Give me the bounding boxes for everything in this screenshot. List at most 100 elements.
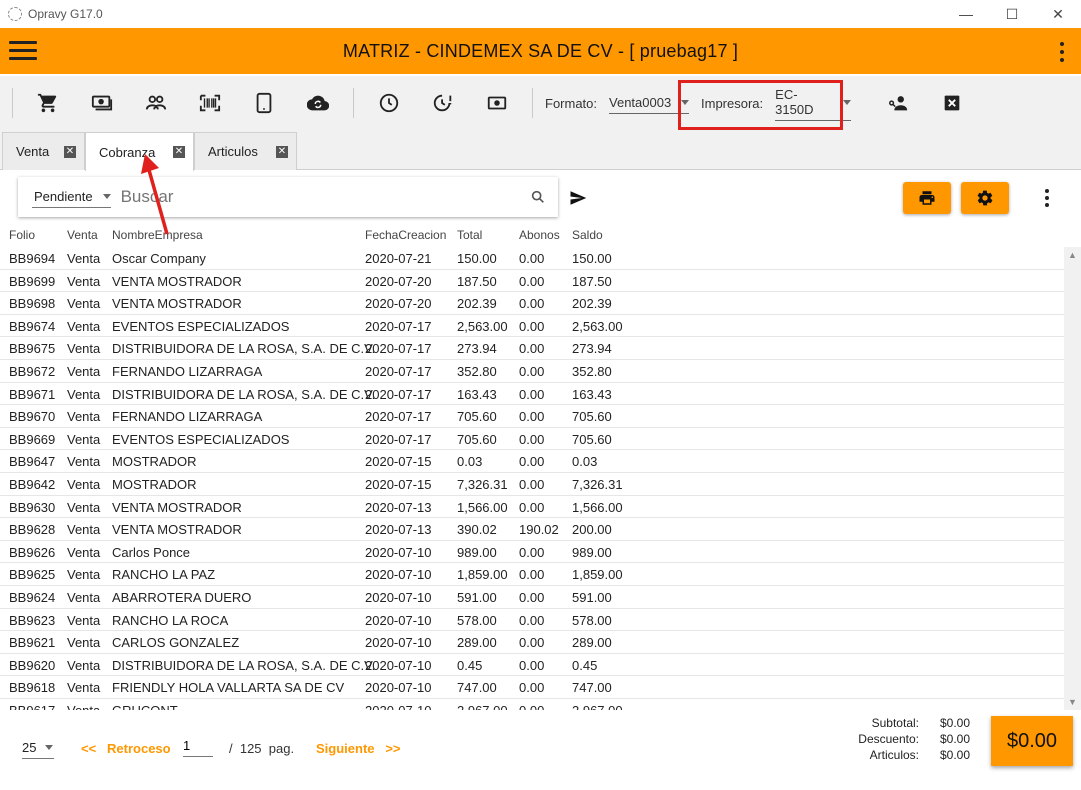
previous-page-link[interactable]: << Retroceso [81,741,171,756]
page-size-select[interactable]: 25 [22,740,54,759]
column-header-saldo[interactable]: Saldo [572,228,603,242]
column-header-fecha-creacion[interactable]: FechaCreacion [365,228,446,242]
table-row[interactable]: BB9630 Venta VENTA MOSTRADOR 2020-07-13 1,56… [0,496,1064,519]
clock-alert-icon[interactable] [416,76,470,130]
send-icon[interactable] [569,189,587,207]
current-page-input[interactable] [183,738,213,757]
cell-total: 705.60 [457,409,497,425]
table-row[interactable]: BB9621 Venta CARLOS GONZALEZ 2020-07-10 289.… [0,631,1064,654]
cell-abonos: 0.00 [519,680,545,696]
table-row[interactable]: BB9628 Venta VENTA MOSTRADOR 2020-07-13 390.… [0,518,1064,541]
cell-fecha-creacion: 2020-07-10 [365,567,432,583]
next-page-link[interactable]: Siguiente >> [316,741,401,756]
table-row[interactable]: BB9626 Venta Carlos Ponce 2020-07-10 989.00 0… [0,541,1064,564]
column-header-abonos[interactable]: Abonos [519,228,560,242]
cell-fecha-creacion: 2020-07-20 [365,273,432,289]
table-row[interactable]: BB9623 Venta RANCHO LA ROCA 2020-07-10 578.0… [0,609,1064,632]
cell-total: 591.00 [457,589,497,605]
table-row[interactable]: BB9647 Venta MOSTRADOR 2020-07-15 0.03 0.00 0.… [0,450,1064,473]
list-more-icon[interactable] [1044,189,1050,207]
cell-venta: Venta [67,499,101,515]
barcode-icon[interactable] [183,76,237,130]
cell-folio: BB9669 [9,431,56,447]
column-header-folio[interactable]: Folio [9,228,35,242]
table-row[interactable]: BB9624 Venta ABARROTERA DUERO 2020-07-10 591… [0,586,1064,609]
scrollbar-thumb[interactable] [1064,265,1081,693]
settings-button[interactable] [961,182,1009,214]
table-row[interactable]: BB9669 Venta EVENTOS ESPECIALIZADOS 2020-07… [0,428,1064,451]
people-icon[interactable] [129,76,183,130]
user-key-icon[interactable] [871,76,925,130]
tab-articulos[interactable]: Articulos ✕ [194,132,297,170]
money-icon[interactable] [470,76,524,130]
search-icon[interactable] [530,189,546,205]
subtotal-value: $0.00 [940,716,971,730]
cell-nombre-empresa: EVENTOS ESPECIALIZADOS [112,318,290,334]
cell-nombre-empresa: VENTA MOSTRADOR [112,273,242,289]
status-filter-select[interactable]: Pendiente [32,187,111,208]
column-header-venta[interactable]: Venta [67,228,98,242]
table-row[interactable]: BB9620 Venta DISTRIBUIDORA DE LA ROSA, S.A… [0,654,1064,677]
table-row[interactable]: BB9618 Venta FRIENDLY HOLA VALLARTA SA DE … [0,676,1064,699]
cell-total: 352.80 [457,363,497,379]
table-row[interactable]: BB9642 Venta MOSTRADOR 2020-07-15 7,326.31 0.… [0,473,1064,496]
descuento-value: $0.00 [940,732,971,746]
table-row[interactable]: BB9698 Venta VENTA MOSTRADOR 2020-07-20 202.… [0,292,1064,315]
cell-nombre-empresa: Oscar Company [112,251,206,266]
menu-icon[interactable] [9,41,37,61]
cell-fecha-creacion: 2020-07-10 [365,612,432,628]
window-titlebar: Opravy G17.0 — ☐ ✕ [0,0,1081,28]
scroll-up-icon[interactable]: ▲ [1068,250,1077,260]
cash-icon[interactable] [75,76,129,130]
table-row[interactable]: BB9699 Venta VENTA MOSTRADOR 2020-07-20 187.… [0,270,1064,293]
close-tab-icon[interactable]: ✕ [276,146,288,158]
tab-venta[interactable]: Venta ✕ [2,132,85,170]
table-row[interactable]: BB9625 Venta RANCHO LA PAZ 2020-07-10 1,859.… [0,563,1064,586]
cell-saldo: 578.00 [572,612,612,628]
cell-abonos: 0.00 [519,499,545,515]
maximize-button[interactable]: ☐ [989,0,1035,28]
table-row[interactable]: BB9675 Venta DISTRIBUIDORA DE LA ROSA, S.A… [0,337,1064,360]
cell-abonos: 190.02 [519,522,559,538]
vertical-scrollbar[interactable]: ▲ ▼ [1064,247,1081,710]
cell-folio: BB9694 [9,251,56,266]
cart-icon[interactable] [21,76,75,130]
table-row[interactable]: BB9674 Venta EVENTOS ESPECIALIZADOS 2020-07… [0,315,1064,338]
cell-nombre-empresa: GRUCONT [112,703,178,710]
cell-total: 747.00 [457,680,497,696]
cell-folio: BB9647 [9,454,56,470]
cell-venta: Venta [67,589,101,605]
close-box-icon[interactable] [925,76,979,130]
cell-fecha-creacion: 2020-07-10 [365,544,432,560]
cell-abonos: 0.00 [519,273,545,289]
cell-abonos: 0.00 [519,363,545,379]
close-tab-icon[interactable]: ✕ [64,146,76,158]
table-row[interactable]: BB9617 Venta GRUCONT 2020-07-10 2,967.00 0.00… [0,699,1064,710]
cell-total: 0.45 [457,657,483,673]
cell-total: 289.00 [457,635,497,651]
table-row[interactable]: BB9694 Venta Oscar Company 2020-07-21 150.00… [0,247,1064,270]
column-header-total[interactable]: Total [457,228,482,242]
print-button[interactable] [903,182,951,214]
cell-abonos: 0.00 [519,544,545,560]
cell-folio: BB9623 [9,612,56,628]
clock-icon[interactable] [362,76,416,130]
scroll-down-icon[interactable]: ▼ [1068,697,1077,707]
grand-total-button[interactable]: $0.00 [991,716,1073,766]
cell-fecha-creacion: 2020-07-10 [365,703,432,710]
cell-total: 163.43 [457,386,497,402]
cloud-sync-icon[interactable] [291,76,345,130]
cell-nombre-empresa: ABARROTERA DUERO [112,589,252,605]
table-row[interactable]: BB9670 Venta FERNANDO LIZARRAGA 2020-07-17 7… [0,405,1064,428]
cell-saldo: 0.03 [572,454,598,470]
cell-abonos: 0.00 [519,454,545,470]
app-more-icon[interactable] [1059,42,1065,62]
cell-fecha-creacion: 2020-07-17 [365,386,432,402]
table-row[interactable]: BB9671 Venta DISTRIBUIDORA DE LA ROSA, S.A… [0,383,1064,406]
close-window-button[interactable]: ✕ [1035,0,1081,28]
cell-folio: BB9620 [9,657,56,673]
cell-total: 7,326.31 [457,476,508,492]
tablet-icon[interactable] [237,76,291,130]
table-row[interactable]: BB9672 Venta FERNANDO LIZARRAGA 2020-07-17 3… [0,360,1064,383]
minimize-button[interactable]: — [943,0,989,28]
